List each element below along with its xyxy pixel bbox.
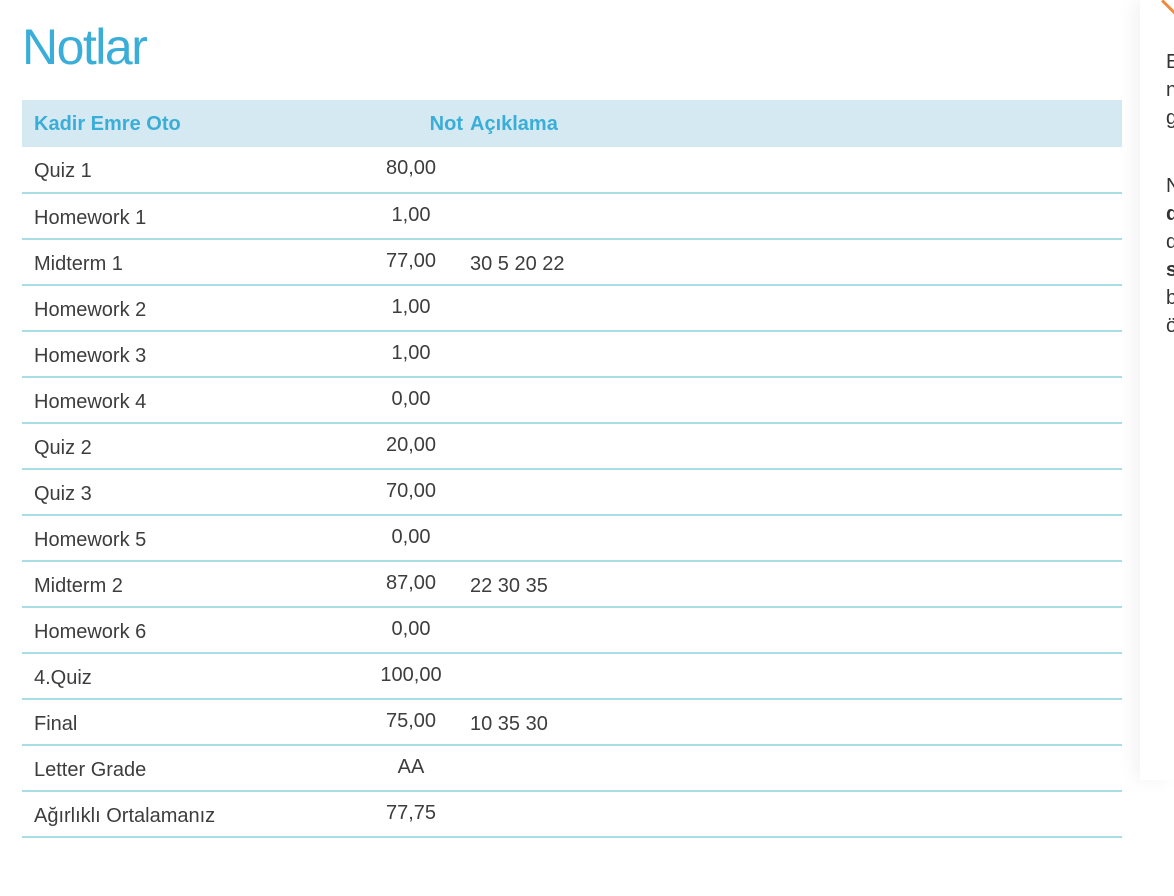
row-score: 1,00 [391,204,431,226]
side-text-line: s [1166,259,1174,281]
row-name: Letter Grade [34,759,147,781]
row-name: Homework 2 [34,299,147,321]
header-score: Not [429,113,463,135]
row-name: Ağırlıklı Ortalamanız [34,805,216,827]
table-row: Homework 1 1,00 [22,193,1122,239]
table-row: Homework 6 0,00 [22,607,1122,653]
header-student-name: Kadir Emre Oto [34,113,181,135]
row-description: 30 5 20 22 [470,253,565,275]
table-row: Homework 5 0,00 [22,515,1122,561]
row-score: 80,00 [385,157,437,179]
row-name: Quiz 2 [34,437,92,459]
grades-table: Kadir Emre Oto Not Açıklama Quiz 1 80,00… [22,100,1122,838]
side-text-line: d [1166,203,1174,225]
table-row: Ağırlıklı Ortalamanız 77,75 [22,791,1122,837]
row-score: 1,00 [391,296,431,318]
table-row: Final 75,00 10 35 30 [22,699,1122,745]
row-score: 0,00 [391,618,431,640]
row-description [470,791,1122,837]
side-text-line: d [1166,231,1174,253]
row-score: 100,00 [380,664,442,686]
row-score: AA [397,756,425,778]
row-score: 70,00 [385,480,437,502]
table-row: Homework 3 1,00 [22,331,1122,377]
row-name: Homework 3 [34,345,147,367]
table-row: Letter Grade AA [22,745,1122,791]
side-text-line: b [1166,287,1174,309]
row-description [470,653,1122,699]
table-row: Quiz 1 80,00 [22,147,1122,193]
table-row: Midterm 2 87,00 22 30 35 [22,561,1122,607]
row-name: Quiz 3 [34,483,92,505]
table-row: Midterm 1 77,00 30 5 20 22 [22,239,1122,285]
table-row: Quiz 3 70,00 [22,469,1122,515]
side-text-line: g [1166,107,1174,129]
side-text-line: ö [1166,315,1174,337]
row-description [470,377,1122,423]
main-content: Notlar Kadir Emre Oto Not Açıklama Quiz … [0,0,1140,896]
row-name: Homework 5 [34,529,147,551]
side-panel-text: E n g N d d s b ö [1166,48,1174,340]
row-name: Final [34,713,78,735]
side-text-line: E [1166,51,1174,73]
row-description: 10 35 30 [470,713,548,735]
side-text-spacer [1166,132,1174,172]
table-row: Quiz 2 20,00 [22,423,1122,469]
row-description [470,193,1122,239]
row-name: Homework 4 [34,391,147,413]
row-score: 77,00 [385,250,437,272]
side-text-line: n [1166,79,1174,101]
row-score: 77,75 [385,802,437,824]
row-description [470,469,1122,515]
table-header-row: Kadir Emre Oto Not Açıklama [22,100,1122,147]
row-name: Midterm 1 [34,253,123,275]
row-score: 0,00 [391,526,431,548]
row-score: 0,00 [391,388,431,410]
row-description [470,147,1122,193]
row-description [470,607,1122,653]
page-title: Notlar [22,19,148,75]
row-score: 75,00 [385,710,437,732]
table-row: Homework 2 1,00 [22,285,1122,331]
chevron-down-icon [1161,0,1174,15]
row-score: 87,00 [385,572,437,594]
row-description [470,331,1122,377]
row-description [470,423,1122,469]
row-name: Quiz 1 [34,160,92,182]
header-description: Açıklama [470,113,558,135]
side-panel: E n g N d d s b ö [1140,0,1174,780]
row-name: Midterm 2 [34,575,123,597]
row-description [470,515,1122,561]
table-row: Homework 4 0,00 [22,377,1122,423]
row-name: Homework 1 [34,207,147,229]
row-name: Homework 6 [34,621,147,643]
table-row: 4.Quiz 100,00 [22,653,1122,699]
row-description [470,745,1122,791]
row-score: 20,00 [385,434,437,456]
row-description: 22 30 35 [470,575,548,597]
row-name: 4.Quiz [34,667,92,689]
row-score: 1,00 [391,342,431,364]
side-text-line: N [1166,175,1174,197]
row-description [470,285,1122,331]
